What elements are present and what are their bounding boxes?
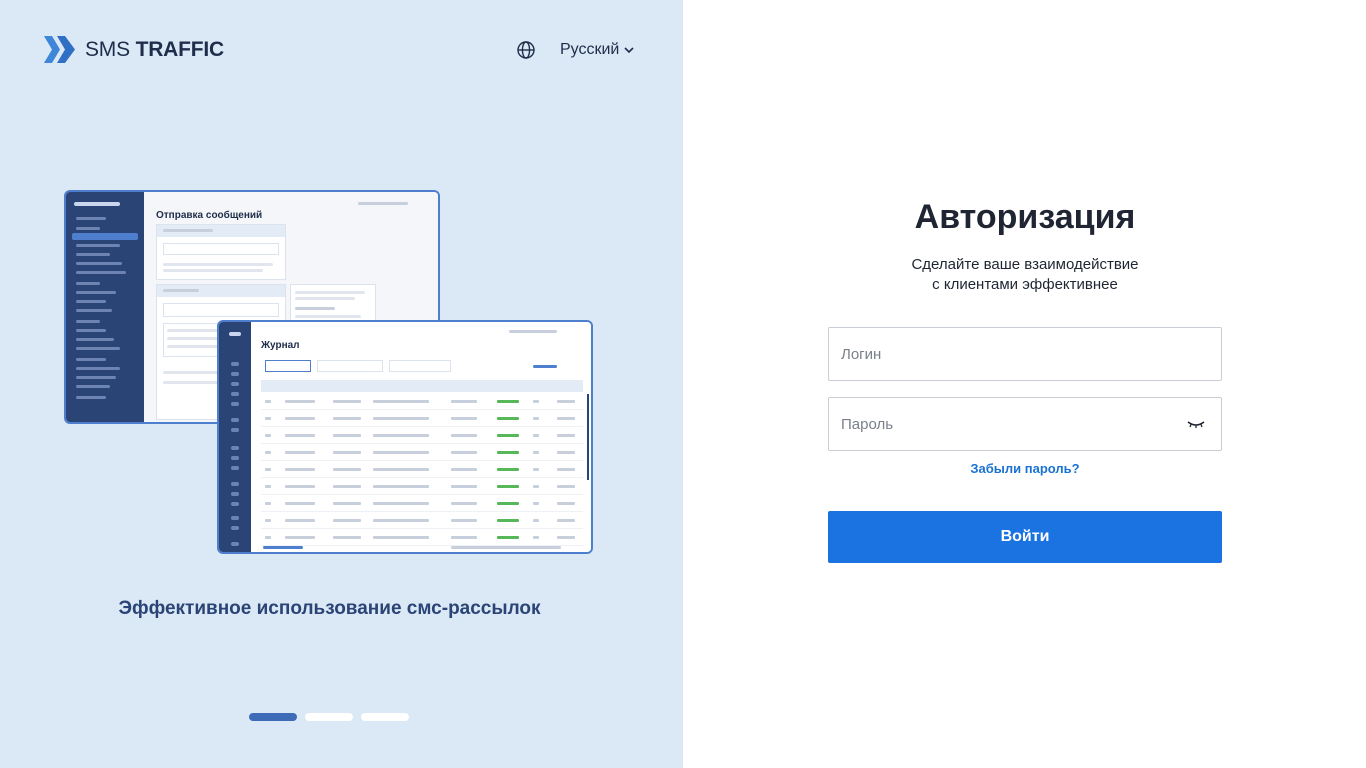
auth-title: Авторизация <box>914 198 1136 236</box>
slide-dot-1[interactable] <box>249 713 297 721</box>
auth-panel <box>683 0 1366 768</box>
auth-subtitle: Сделайте ваше взаимодействие с клиентами… <box>828 255 1222 295</box>
brand-logo[interactable]: SMS TRAFFIC <box>44 36 224 63</box>
logo-chevrons-icon <box>44 36 75 63</box>
password-field <box>828 397 1222 451</box>
language-selector[interactable]: Русский <box>516 40 635 60</box>
globe-icon <box>517 41 535 59</box>
mockup-journal-title: Журнал <box>261 340 300 351</box>
mockup-sidebar <box>219 322 251 552</box>
language-label: Русский <box>560 41 620 58</box>
slide-dot-2[interactable] <box>305 713 353 721</box>
mockup-sidebar <box>66 192 144 422</box>
slide-caption: Эффективное использование смс-рассылок <box>118 598 541 619</box>
mockup-send-title: Отправка сообщений <box>156 210 263 221</box>
auth-subtitle-line-2: с клиентами эффективнее <box>932 276 1118 293</box>
forgot-password-link[interactable]: Забыли пароль? <box>828 461 1222 476</box>
slide-dot-3[interactable] <box>361 713 409 721</box>
password-input[interactable] <box>829 398 1221 450</box>
eye-closed-icon[interactable] <box>1187 418 1205 430</box>
chevron-down-icon <box>624 47 634 54</box>
login-input[interactable] <box>829 328 1221 380</box>
promo-panel: SMS TRAFFIC Русский Отправка сообщений Ж… <box>0 0 683 768</box>
slider-pagination <box>249 713 417 721</box>
auth-subtitle-line-1: Сделайте ваше взаимодействие <box>911 256 1139 273</box>
login-button[interactable]: Войти <box>828 511 1222 563</box>
journal-mockup: Журнал <box>217 320 593 554</box>
mockup-content: Журнал <box>251 322 591 552</box>
logo-text: SMS TRAFFIC <box>85 38 224 61</box>
login-field <box>828 327 1222 381</box>
